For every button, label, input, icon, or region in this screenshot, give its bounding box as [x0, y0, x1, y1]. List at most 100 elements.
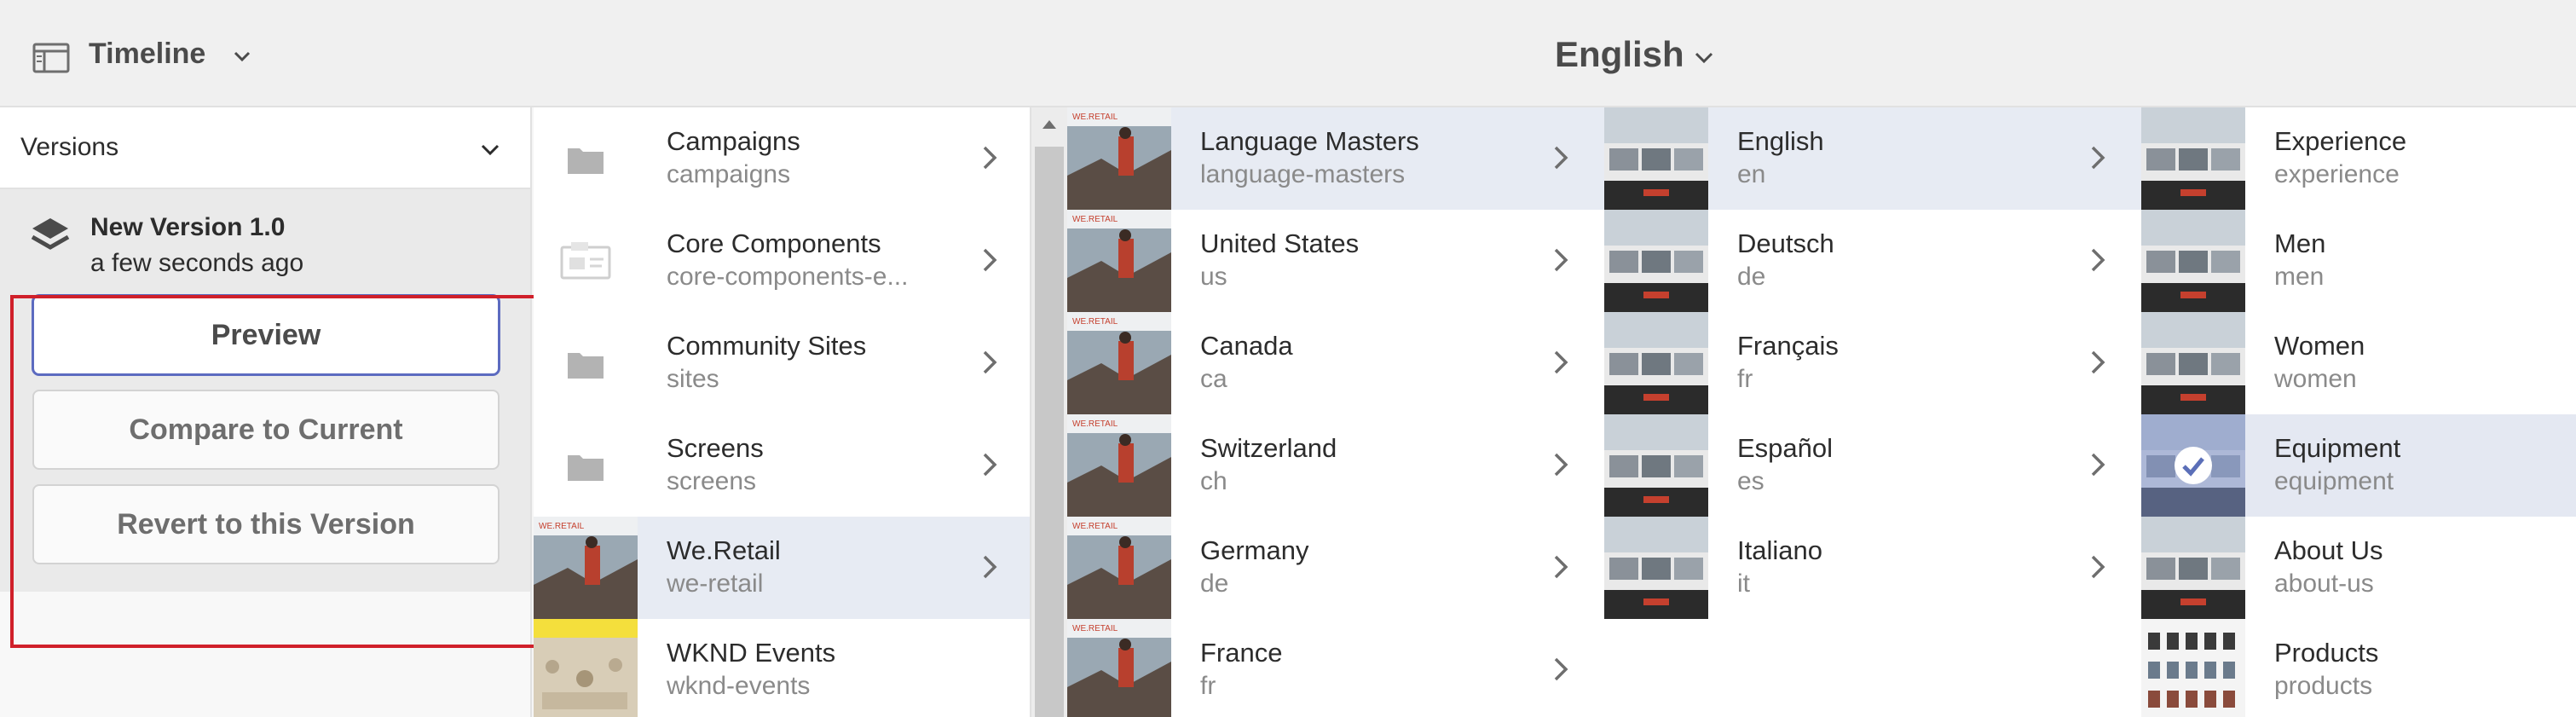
page-thumbnail	[1604, 312, 1708, 414]
chevron-right-icon[interactable]	[982, 452, 997, 477]
chevron-right-icon[interactable]	[1553, 350, 1568, 375]
item-title: Language Masters	[1200, 126, 1419, 156]
chevron-right-icon[interactable]	[1553, 656, 1568, 682]
page-thumbnail: WE.RETAIL	[1067, 107, 1171, 210]
list-item[interactable]: WE.RETAIL Switzerland ch	[1067, 414, 1604, 517]
chevron-right-icon[interactable]	[982, 247, 997, 273]
item-name: sites	[667, 365, 719, 393]
panel-selector-label[interactable]: Timeline	[89, 38, 205, 71]
chevron-right-icon[interactable]	[2090, 452, 2105, 477]
revert-to-version-button[interactable]: Revert to this Version	[32, 484, 500, 564]
svg-text:WE.RETAIL: WE.RETAIL	[539, 522, 585, 531]
version-entry[interactable]: New Version 1.0 a few seconds ago Previe…	[0, 189, 530, 592]
item-name: fr	[1200, 672, 1216, 700]
item-title: Germany	[1200, 535, 1309, 565]
item-title: Switzerland	[1200, 433, 1337, 463]
list-item[interactable]: WE.RETAIL France fr	[1067, 619, 1604, 717]
versions-dropdown[interactable]: Versions	[0, 107, 530, 189]
list-item-selected[interactable]: WE.RETAIL Language Masters language-mast…	[1067, 107, 1604, 210]
list-item[interactable]: About Us about-us	[2141, 517, 2576, 619]
list-item[interactable]: WE.RETAIL Canada ca	[1067, 312, 1604, 414]
page-thumbnail	[1604, 414, 1708, 517]
chevron-right-icon[interactable]	[982, 554, 997, 580]
item-title: English	[1737, 126, 1824, 156]
item-name: ch	[1200, 467, 1227, 495]
scrollbar-thumb[interactable]	[1035, 147, 1064, 717]
item-title: Experience	[2274, 126, 2407, 156]
chevron-right-icon[interactable]	[1553, 145, 1568, 171]
item-name: about-us	[2274, 570, 2374, 598]
list-item[interactable]: Experience experience	[2141, 107, 2576, 210]
page-thumbnail: WE.RETAIL	[1067, 414, 1171, 517]
item-name: men	[2274, 263, 2325, 291]
item-title: Español	[1737, 433, 1834, 463]
chevron-right-icon[interactable]	[2090, 145, 2105, 171]
list-item-selected[interactable]: WE.RETAIL We.Retail we-retail	[534, 517, 1030, 619]
item-name: equipment	[2274, 467, 2394, 495]
item-title: Women	[2274, 331, 2365, 361]
page-thumbnail	[1604, 210, 1708, 312]
chevron-down-icon[interactable]	[1693, 48, 1715, 66]
page-thumbnail	[2141, 210, 2245, 312]
column-pages: Experience experience Men men Women wome…	[2141, 107, 2576, 717]
svg-text:WE.RETAIL: WE.RETAIL	[1072, 113, 1118, 122]
scroll-up-icon[interactable]	[1042, 119, 1057, 130]
timeline-panel-icon[interactable]	[32, 43, 70, 73]
list-item[interactable]: Español es	[1604, 414, 2141, 517]
list-item[interactable]: Screens screens	[534, 414, 1030, 517]
version-time: a few seconds ago	[90, 249, 304, 277]
list-item[interactable]: Products products	[2141, 619, 2576, 717]
component-card-icon	[560, 242, 611, 280]
item-name: products	[2274, 672, 2373, 700]
chevron-right-icon[interactable]	[1553, 247, 1568, 273]
list-item[interactable]: WE.RETAIL Germany de	[1067, 517, 1604, 619]
list-item[interactable]: Italiano it	[1604, 517, 2141, 619]
chevron-down-icon[interactable]	[232, 48, 252, 65]
chevron-right-icon[interactable]	[1553, 452, 1568, 477]
item-name: de	[1200, 570, 1229, 598]
list-item[interactable]: Campaigns campaigns	[534, 107, 1030, 210]
item-name: we-retail	[667, 570, 764, 598]
item-name: women	[2274, 365, 2357, 393]
preview-button[interactable]: Preview	[32, 295, 500, 375]
list-item[interactable]: Community Sites sites	[534, 312, 1030, 414]
chevron-right-icon[interactable]	[2090, 247, 2105, 273]
chevron-down-icon[interactable]	[479, 140, 501, 159]
list-item[interactable]: WKND Events wknd-events	[534, 619, 1030, 717]
item-title: We.Retail	[667, 535, 781, 565]
item-name: fr	[1737, 365, 1753, 393]
list-item[interactable]: WE.RETAIL United States us	[1067, 210, 1604, 312]
checkmark-icon[interactable]	[2174, 446, 2213, 485]
list-item[interactable]: Women women	[2141, 312, 2576, 414]
list-item[interactable]: Men men	[2141, 210, 2576, 312]
folder-icon	[568, 148, 604, 174]
list-item-selected[interactable]: English en	[1604, 107, 2141, 210]
list-item[interactable]: Français fr	[1604, 312, 2141, 414]
list-item[interactable]: Core Components core-components-e...	[534, 210, 1030, 312]
item-title: Core Components	[667, 228, 881, 258]
chevron-right-icon[interactable]	[2090, 554, 2105, 580]
list-item[interactable]: Deutsch de	[1604, 210, 2141, 312]
svg-text:WE.RETAIL: WE.RETAIL	[1072, 624, 1118, 633]
chevron-right-icon[interactable]	[982, 350, 997, 375]
svg-text:WE.RETAIL: WE.RETAIL	[1072, 419, 1118, 429]
compare-to-current-button[interactable]: Compare to Current	[32, 390, 500, 470]
column-languages: English en Deutsch de Français fr Españo…	[1604, 107, 2143, 717]
svg-text:WE.RETAIL: WE.RETAIL	[1072, 215, 1118, 224]
list-item-selected[interactable]: Equipment equipment	[2141, 414, 2576, 517]
page-thumbnail	[2141, 517, 2245, 619]
column-scrollbar[interactable]	[1031, 107, 1067, 717]
page-thumbnail	[1604, 107, 1708, 210]
chevron-right-icon[interactable]	[1553, 554, 1568, 580]
top-bar: Timeline English	[0, 0, 2576, 107]
chevron-right-icon[interactable]	[982, 145, 997, 171]
folder-icon	[568, 353, 604, 379]
item-title: Campaigns	[667, 126, 800, 156]
svg-text:WE.RETAIL: WE.RETAIL	[1072, 522, 1118, 531]
item-name: en	[1737, 160, 1766, 188]
item-title: Equipment	[2274, 433, 2401, 463]
item-name: campaigns	[667, 160, 791, 188]
column-sites: Campaigns campaigns Core Components core…	[534, 107, 1031, 717]
chevron-right-icon[interactable]	[2090, 350, 2105, 375]
language-selector-label[interactable]: English	[1555, 34, 1684, 75]
